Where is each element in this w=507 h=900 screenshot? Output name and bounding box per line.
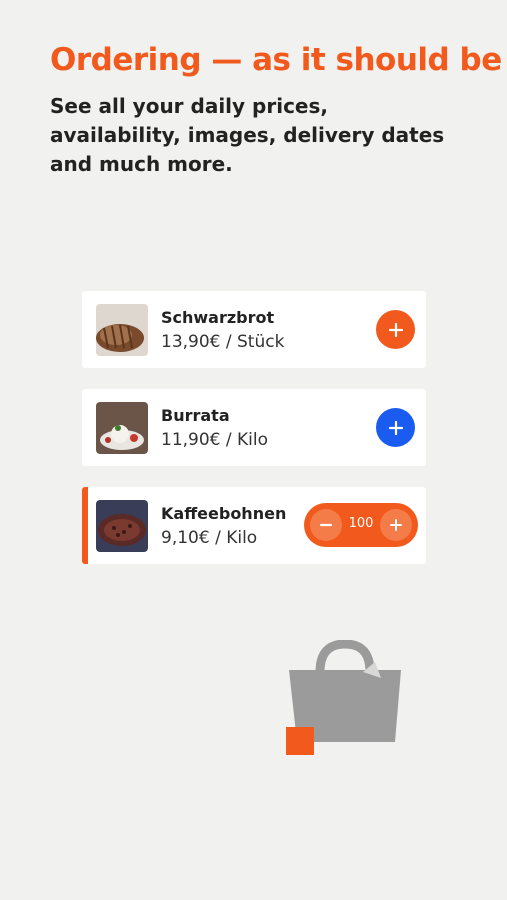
decrease-quantity-button[interactable]	[310, 509, 342, 541]
increase-quantity-button[interactable]	[380, 509, 412, 541]
quantity-value: 100	[348, 516, 374, 531]
product-image-bread	[96, 304, 148, 356]
product-name: Kaffeebohnen	[161, 504, 287, 523]
product-card-burrata[interactable]: Burrata 11,90€ / Kilo	[82, 389, 426, 466]
product-card-kaffeebohnen[interactable]: Kaffeebohnen 9,10€ / Kilo 100	[82, 487, 426, 564]
product-image-coffee-beans	[96, 500, 148, 552]
shopping-bag-icon	[285, 639, 405, 762]
product-card-schwarzbrot[interactable]: Schwarzbrot 13,90€ / Stück	[82, 291, 426, 368]
plus-icon	[388, 420, 403, 435]
add-to-cart-button[interactable]	[376, 310, 415, 349]
product-price: 11,90€ / Kilo	[161, 430, 269, 450]
product-name: Burrata	[161, 406, 230, 425]
product-price: 13,90€ / Stück	[161, 332, 285, 352]
product-name: Schwarzbrot	[161, 308, 275, 327]
minus-icon	[319, 523, 333, 527]
plus-icon	[388, 322, 403, 337]
quantity-stepper[interactable]: 100	[304, 503, 418, 547]
plus-icon	[390, 519, 402, 531]
product-price: 9,10€ / Kilo	[161, 528, 258, 548]
add-to-cart-button[interactable]	[376, 408, 415, 447]
page-subtitle: See all your daily prices, availability,…	[50, 94, 445, 176]
page-title: Ordering — as it should be	[50, 42, 502, 78]
product-image-burrata	[96, 402, 148, 454]
